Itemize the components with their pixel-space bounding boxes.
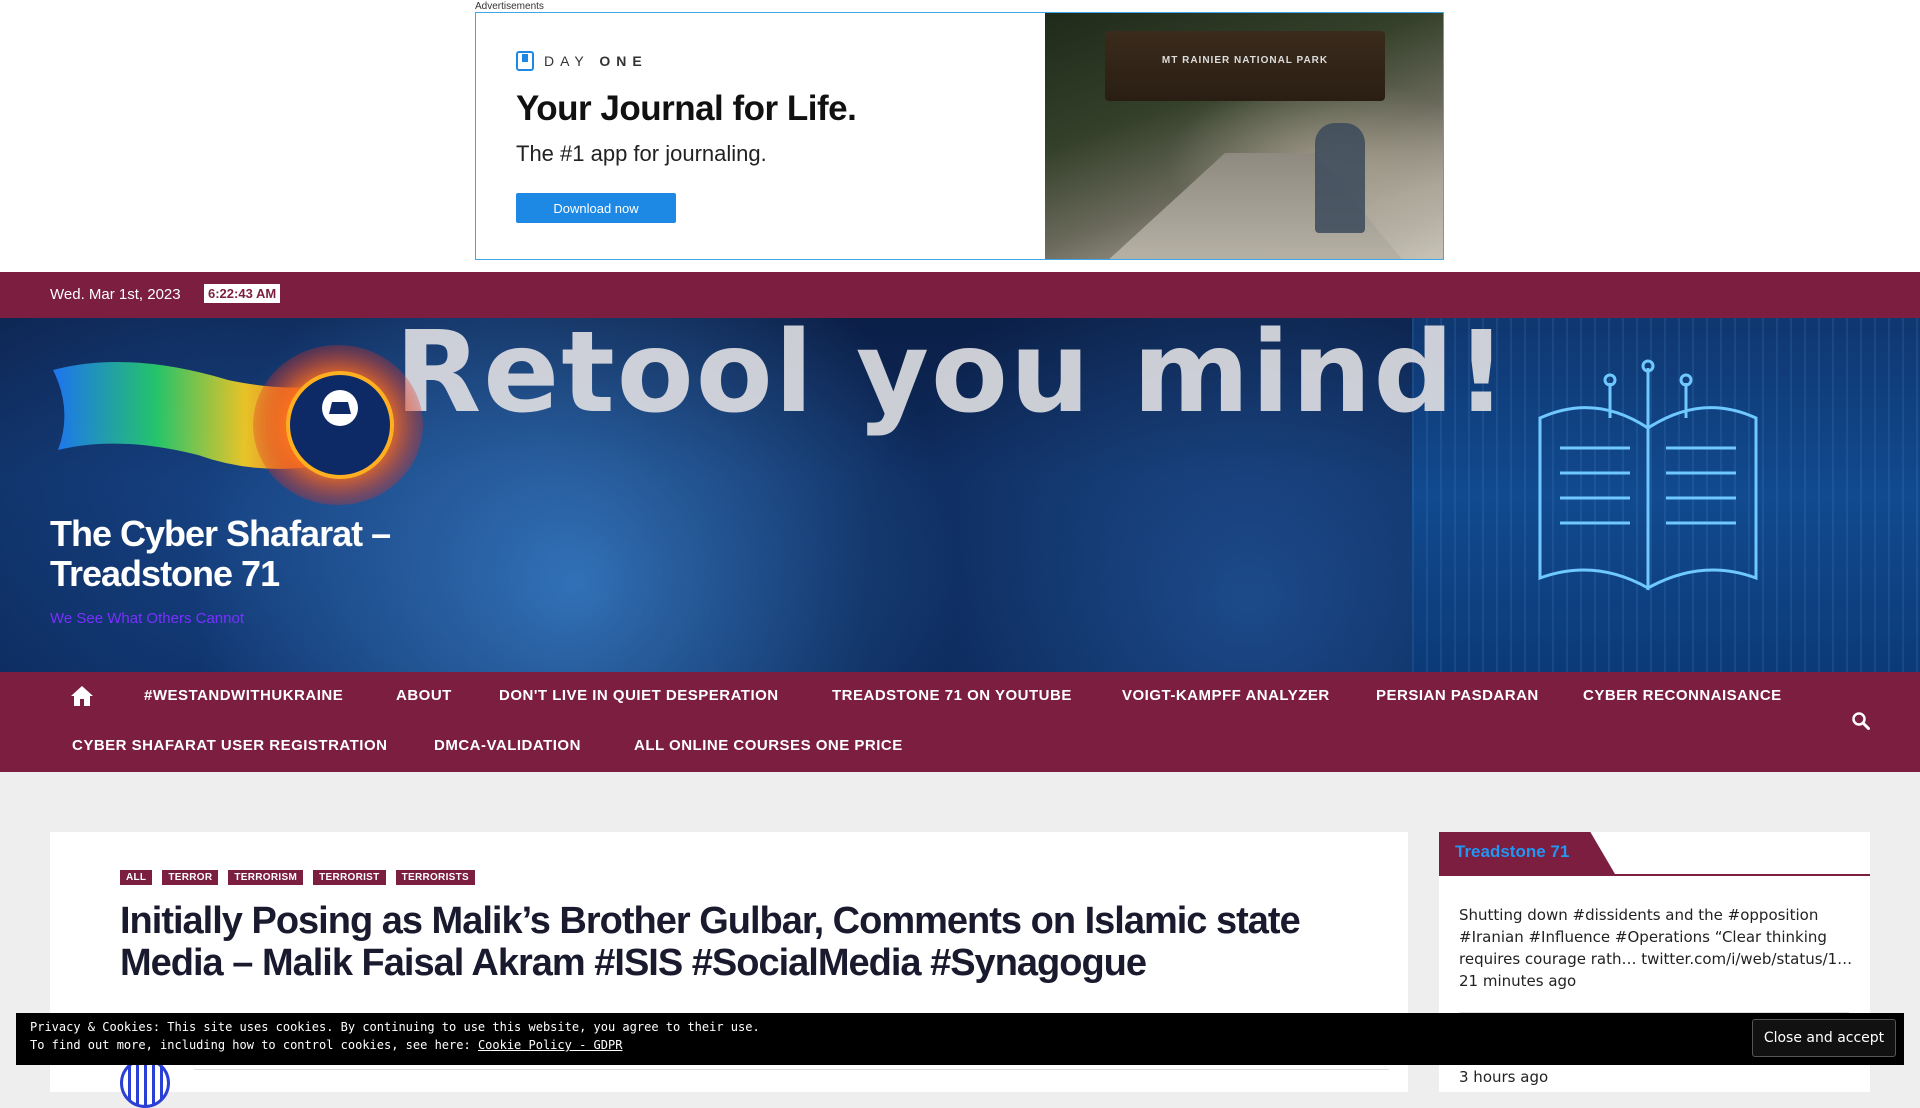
current-date: Wed. Mar 1st, 2023 [50, 286, 181, 303]
article-tags: ALL TERROR TERRORISM TERRORIST TERRORIST… [120, 870, 476, 885]
search-icon[interactable] [1852, 712, 1870, 730]
nav-item-youtube[interactable]: TREADSTONE 71 ON YOUTUBE [832, 687, 1072, 704]
meta-divider [194, 1069, 1389, 1070]
tag-terrorists[interactable]: TERRORISTS [395, 870, 476, 885]
nav-item-persian-pasdaran[interactable]: PERSIAN PASDARAN [1376, 687, 1539, 704]
main-navigation: #WESTANDWITHUKRAINE ABOUT DON'T LIVE IN … [0, 672, 1920, 772]
nav-item-online-courses[interactable]: ALL ONLINE COURSES ONE PRICE [634, 737, 903, 754]
ad-subline: The #1 app for journaling. [516, 141, 767, 166]
widget-title[interactable]: Treadstone 71 [1455, 842, 1569, 862]
author-avatar[interactable] [120, 1058, 170, 1108]
nav-item-user-registration[interactable]: CYBER SHAFARAT USER REGISTRATION [72, 737, 387, 754]
tag-terrorism[interactable]: TERRORISM [228, 870, 304, 885]
nav-item-westandwithukraine[interactable]: #WESTANDWITHUKRAINE [144, 687, 343, 704]
cookie-policy-link[interactable]: Cookie Policy - GDPR [478, 1038, 623, 1052]
tag-terrorist[interactable]: TERRORIST [313, 870, 386, 885]
nav-item-dmca-validation[interactable]: DMCA-VALIDATION [434, 737, 581, 754]
banner-slogan: Retool you mind! [395, 318, 1509, 438]
ad-photo: MT RAINIER NATIONAL PARK [1045, 13, 1443, 259]
home-icon[interactable] [70, 685, 94, 707]
nav-item-voigt-kampff[interactable]: VOIGT-KAMPFF ANALYZER [1122, 687, 1330, 704]
tag-all[interactable]: ALL [120, 870, 153, 885]
site-tagline: We See What Others Cannot [50, 610, 244, 627]
cookie-policy-prefix: To find out more, including how to contr… [30, 1038, 478, 1052]
widget-title-underline [1439, 874, 1870, 876]
current-time: 6:22:43 AM [204, 284, 281, 303]
tweet-item[interactable]: Shutting down #dissidents and the #oppos… [1459, 904, 1859, 992]
ad-headline: Your Journal for Life. [516, 89, 857, 128]
close-and-accept-button[interactable]: Close and accept [1752, 1019, 1896, 1057]
nav-item-quiet-desperation[interactable]: DON'T LIVE IN QUIET DESPERATION [499, 687, 779, 704]
ad-photo-people [1315, 123, 1365, 233]
tag-terror[interactable]: TERROR [162, 870, 219, 885]
header-banner: Retool you mind! The Cyber Shafarat – Tr… [0, 318, 1920, 672]
cookie-text: Privacy & Cookies: This site uses cookie… [30, 1020, 760, 1034]
ad-brand-suffix: ONE [599, 53, 648, 69]
site-title[interactable]: The Cyber Shafarat – Treadstone 71 [50, 514, 490, 594]
nav-item-about[interactable]: ABOUT [396, 687, 452, 704]
ad-brand-prefix: DAY [544, 53, 590, 69]
nav-item-cyber-reconnaisance[interactable]: CYBER RECONNAISANCE [1583, 687, 1782, 704]
ad-download-button[interactable]: Download now [516, 193, 676, 223]
treadstone-logo[interactable] [48, 340, 428, 510]
ad-area: Advertisements DAY ONE Your Journal for … [0, 0, 1920, 272]
circuit-book-icon [1538, 359, 1758, 591]
journal-icon [516, 51, 534, 71]
top-bar: Wed. Mar 1st, 2023 6:22:43 AM [0, 272, 1920, 318]
ad-label: Advertisements [475, 1, 544, 12]
ad-photo-sign: MT RAINIER NATIONAL PARK [1105, 31, 1385, 101]
cookie-notice: Privacy & Cookies: This site uses cookie… [16, 1013, 1904, 1065]
article-title[interactable]: Initially Posing as Malik’s Brother Gulb… [120, 900, 1320, 984]
tweet-timestamp[interactable]: 3 hours ago [1459, 1068, 1548, 1086]
ad-banner[interactable]: DAY ONE Your Journal for Life. The #1 ap… [475, 12, 1444, 260]
ad-brand-logo: DAY ONE [516, 51, 648, 71]
